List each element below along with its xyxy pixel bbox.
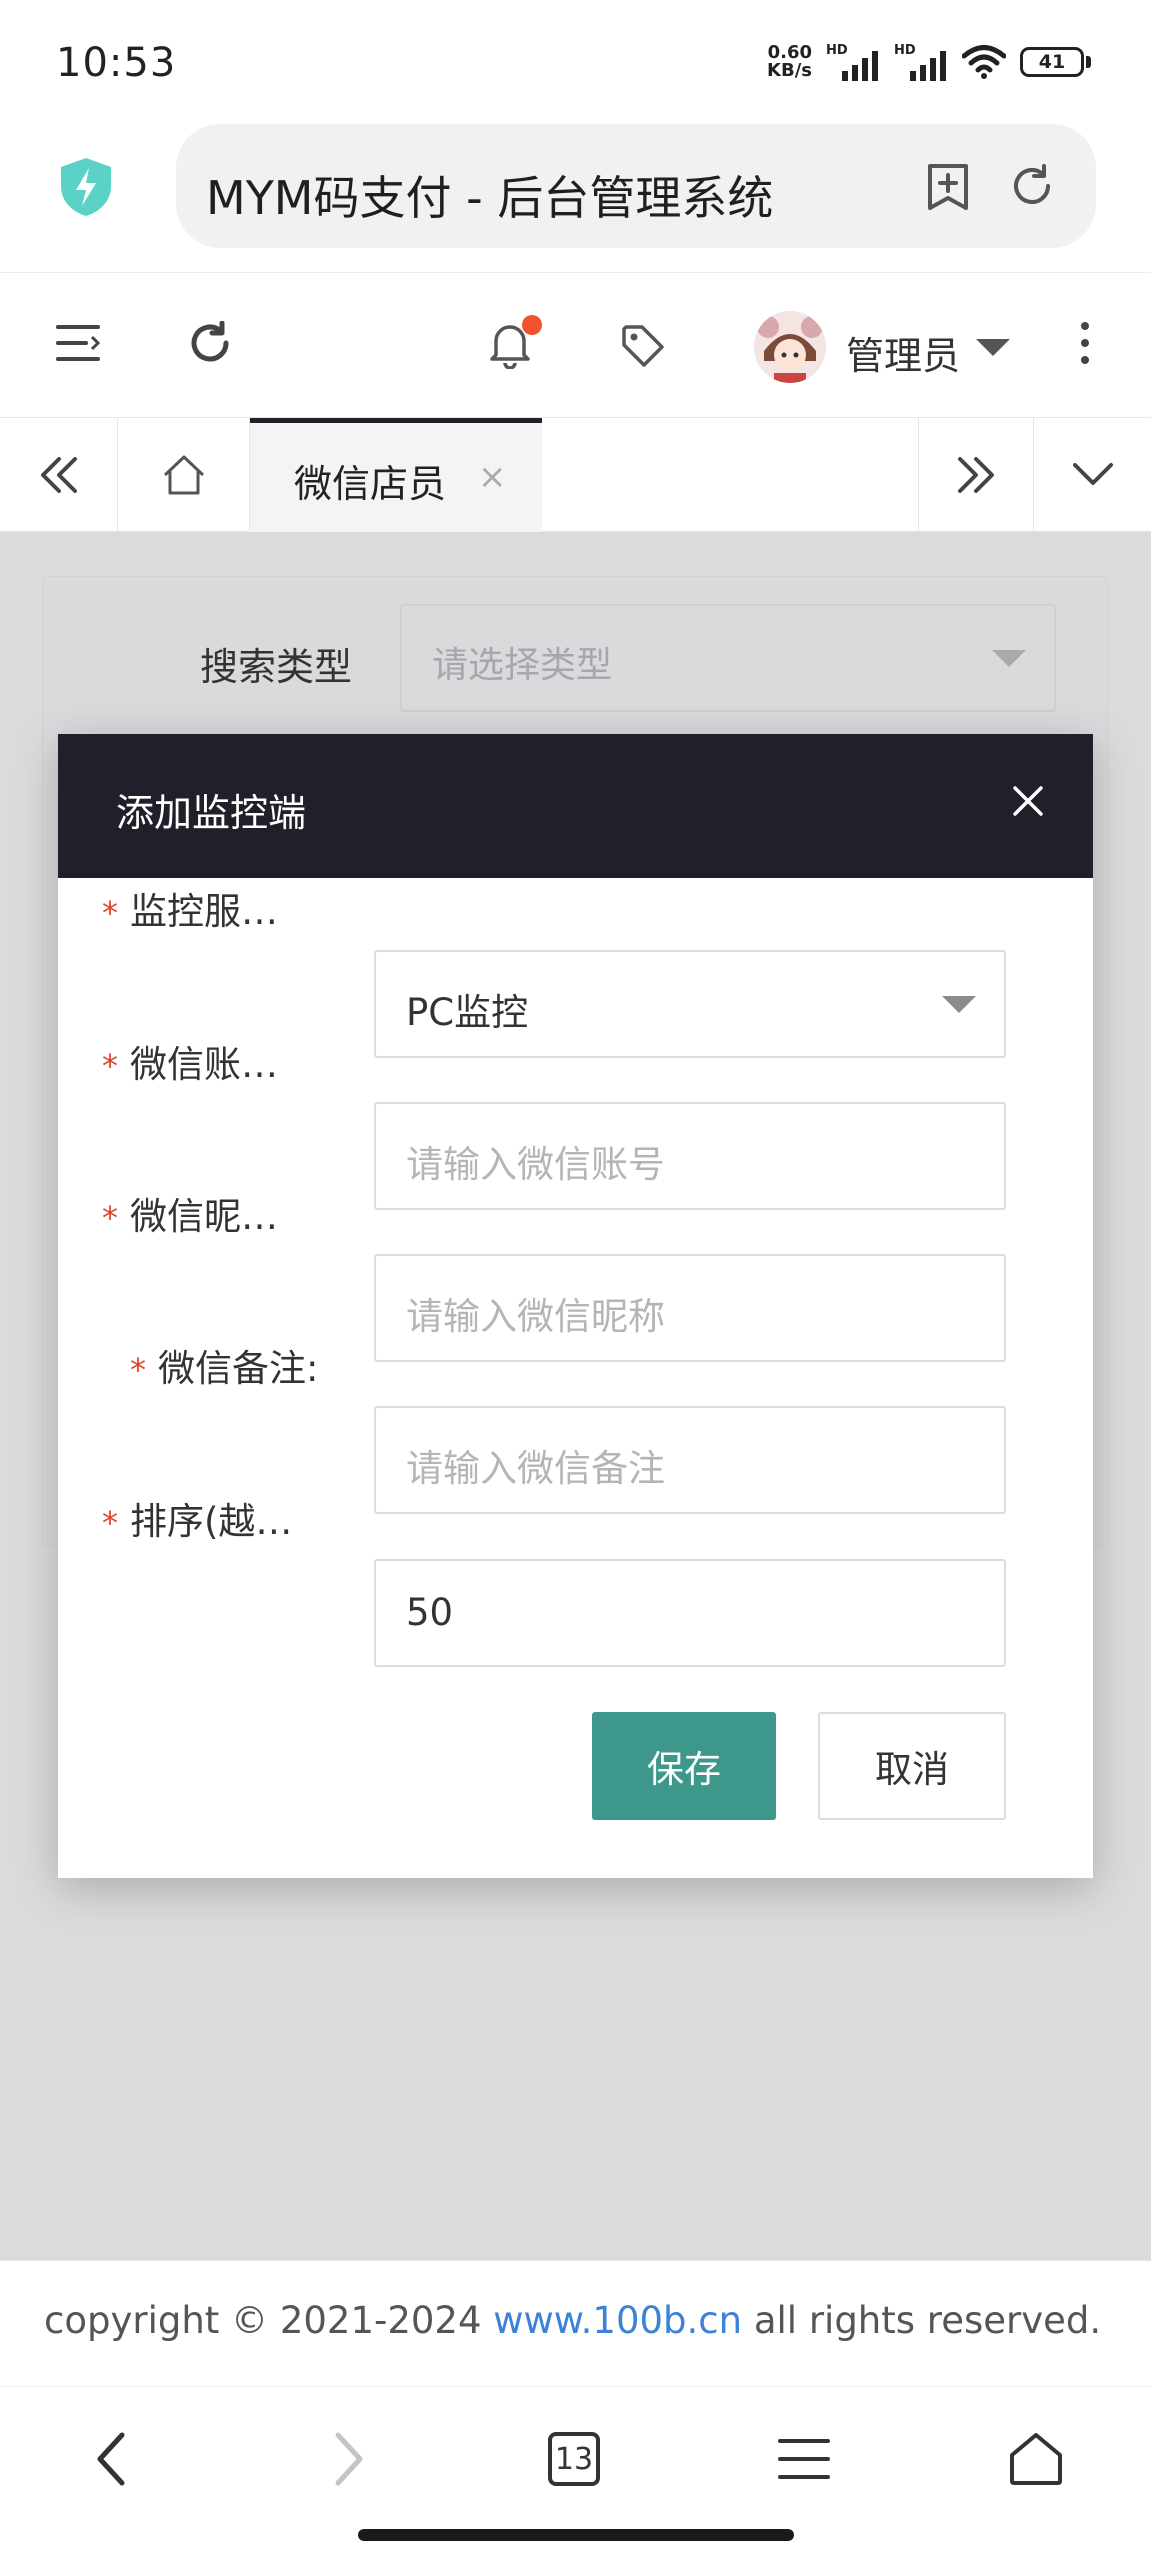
monitor-server-value: PC监控 xyxy=(406,991,529,1034)
wechat-account-label-text: 微信账… xyxy=(130,1043,278,1086)
search-type-select[interactable]: 请选择类型 xyxy=(400,604,1056,712)
app-header: 管理员 xyxy=(0,272,1151,418)
home-indicator[interactable] xyxy=(358,2529,794,2541)
copyright-text: copyright © 2021-2024 www.100b.cn all ri… xyxy=(44,2299,1101,2342)
double-chevron-right-icon xyxy=(958,457,994,493)
wechat-remark-placeholder: 请输入微信备注 xyxy=(406,1447,665,1490)
wechat-account-label: * 微信账… xyxy=(102,1034,278,1088)
refresh-icon[interactable] xyxy=(188,321,232,365)
dialog-title: 添加监控端 xyxy=(116,791,307,835)
required-mark: * xyxy=(102,1199,118,1237)
menu-toggle-icon[interactable] xyxy=(56,323,100,363)
bookmark-add-icon[interactable] xyxy=(924,162,972,212)
tabs-scroll-left-button[interactable] xyxy=(0,418,118,532)
required-mark: * xyxy=(102,1504,118,1542)
browser-address-bar: MYM码支付 - 后台管理系统 xyxy=(0,120,1151,270)
wechat-remark-label: * 微信备注: xyxy=(130,1338,318,1392)
network-speed: 0.60 KB/s xyxy=(767,44,812,80)
tag-icon[interactable] xyxy=(620,323,666,369)
add-monitor-dialog: 添加监控端 * 监控服… PC监控 * 微信账… 请输入微信账号 * 微信昵… 请输入… xyxy=(58,734,1093,1878)
back-button[interactable] xyxy=(70,2417,154,2501)
sort-order-input[interactable]: 50 xyxy=(374,1559,1006,1667)
network-speed-unit: KB/s xyxy=(767,60,812,81)
wechat-nickname-placeholder: 请输入微信昵称 xyxy=(406,1295,665,1338)
wechat-nickname-label: * 微信昵… xyxy=(102,1186,278,1240)
tabs-scroll-right-button[interactable] xyxy=(918,418,1034,532)
reload-page-icon[interactable] xyxy=(1008,162,1056,210)
cancel-button[interactable]: 取消 xyxy=(818,1712,1006,1820)
page-title: MYM码支付 - 后台管理系统 xyxy=(206,171,774,225)
signal-1-icon: HD xyxy=(826,43,880,81)
hamburger-menu-icon xyxy=(778,2439,830,2479)
notification-dot xyxy=(522,315,542,335)
battery-level: 41 xyxy=(1020,47,1084,77)
home-button[interactable] xyxy=(994,2417,1078,2501)
search-type-label: 搜索类型 xyxy=(200,645,353,689)
tabs-menu-button[interactable] xyxy=(1034,418,1151,532)
required-mark: * xyxy=(130,1351,146,1389)
wechat-account-placeholder: 请输入微信账号 xyxy=(406,1143,665,1186)
dialog-header: 添加监控端 xyxy=(58,734,1093,878)
tab-count: 13 xyxy=(548,2432,600,2486)
wechat-nickname-label-text: 微信昵… xyxy=(130,1195,278,1238)
required-mark: * xyxy=(102,1047,118,1085)
tab-home[interactable] xyxy=(118,418,250,532)
footer: copyright © 2021-2024 www.100b.cn all ri… xyxy=(0,2260,1151,2386)
tab-wechat-clerk[interactable]: 微信店员 × xyxy=(250,418,542,532)
forward-arrow-icon xyxy=(335,2432,363,2486)
wechat-remark-label-text: 微信备注: xyxy=(158,1347,319,1390)
tab-label: 微信店员 xyxy=(294,462,447,506)
close-icon[interactable] xyxy=(1011,784,1045,818)
copyright-prefix: copyright © 2021-2024 xyxy=(44,2299,494,2342)
shield-icon[interactable] xyxy=(58,156,114,218)
select-caret-icon xyxy=(942,996,976,1013)
notifications-button[interactable] xyxy=(488,315,542,371)
wechat-account-input[interactable]: 请输入微信账号 xyxy=(374,1102,1006,1210)
tabs-overview-button[interactable]: 13 xyxy=(532,2417,616,2501)
browser-bottom-nav: 13 xyxy=(0,2386,1151,2560)
chevron-down-icon xyxy=(1072,463,1113,485)
status-time: 10:53 xyxy=(56,40,177,86)
monitor-server-select[interactable]: PC监控 xyxy=(374,950,1006,1058)
browser-menu-button[interactable] xyxy=(762,2417,846,2501)
save-button[interactable]: 保存 xyxy=(592,1712,776,1820)
home-outline-icon xyxy=(1010,2433,1062,2485)
status-bar: 10:53 0.60 KB/s HD HD 41 xyxy=(0,0,1151,120)
sort-order-label-text: 排序(越… xyxy=(130,1500,293,1543)
more-options-icon[interactable] xyxy=(1079,321,1091,365)
footer-link[interactable]: www.100b.cn xyxy=(493,2299,742,2342)
user-menu-caret-icon[interactable] xyxy=(976,339,1010,356)
double-chevron-left-icon xyxy=(40,457,77,493)
user-name[interactable]: 管理员 xyxy=(846,325,960,380)
forward-button[interactable] xyxy=(306,2417,390,2501)
url-field[interactable]: MYM码支付 - 后台管理系统 xyxy=(176,124,1096,248)
signal-2-icon: HD xyxy=(894,43,948,81)
status-indicators: 0.60 KB/s HD HD 41 xyxy=(767,42,1091,82)
tabs-bar: 微信店员 × xyxy=(0,418,1151,532)
sort-order-label: * 排序(越… xyxy=(102,1491,292,1545)
sort-order-value: 50 xyxy=(406,1591,454,1634)
avatar[interactable] xyxy=(754,311,826,383)
wechat-nickname-input[interactable]: 请输入微信昵称 xyxy=(374,1254,1006,1362)
search-type-caret-icon xyxy=(992,650,1026,667)
wifi-icon xyxy=(962,45,1006,79)
tab-close-icon[interactable]: × xyxy=(478,457,507,497)
back-arrow-icon xyxy=(97,2432,125,2486)
monitor-server-label-text: 监控服… xyxy=(130,890,278,933)
search-type-placeholder: 请选择类型 xyxy=(432,645,613,686)
home-icon xyxy=(163,455,204,495)
copyright-suffix: all rights reserved. xyxy=(742,2299,1102,2342)
wechat-remark-input[interactable]: 请输入微信备注 xyxy=(374,1406,1006,1514)
monitor-server-label: * 监控服… xyxy=(102,881,278,935)
battery-icon: 41 xyxy=(1020,47,1091,77)
required-mark: * xyxy=(102,894,118,932)
